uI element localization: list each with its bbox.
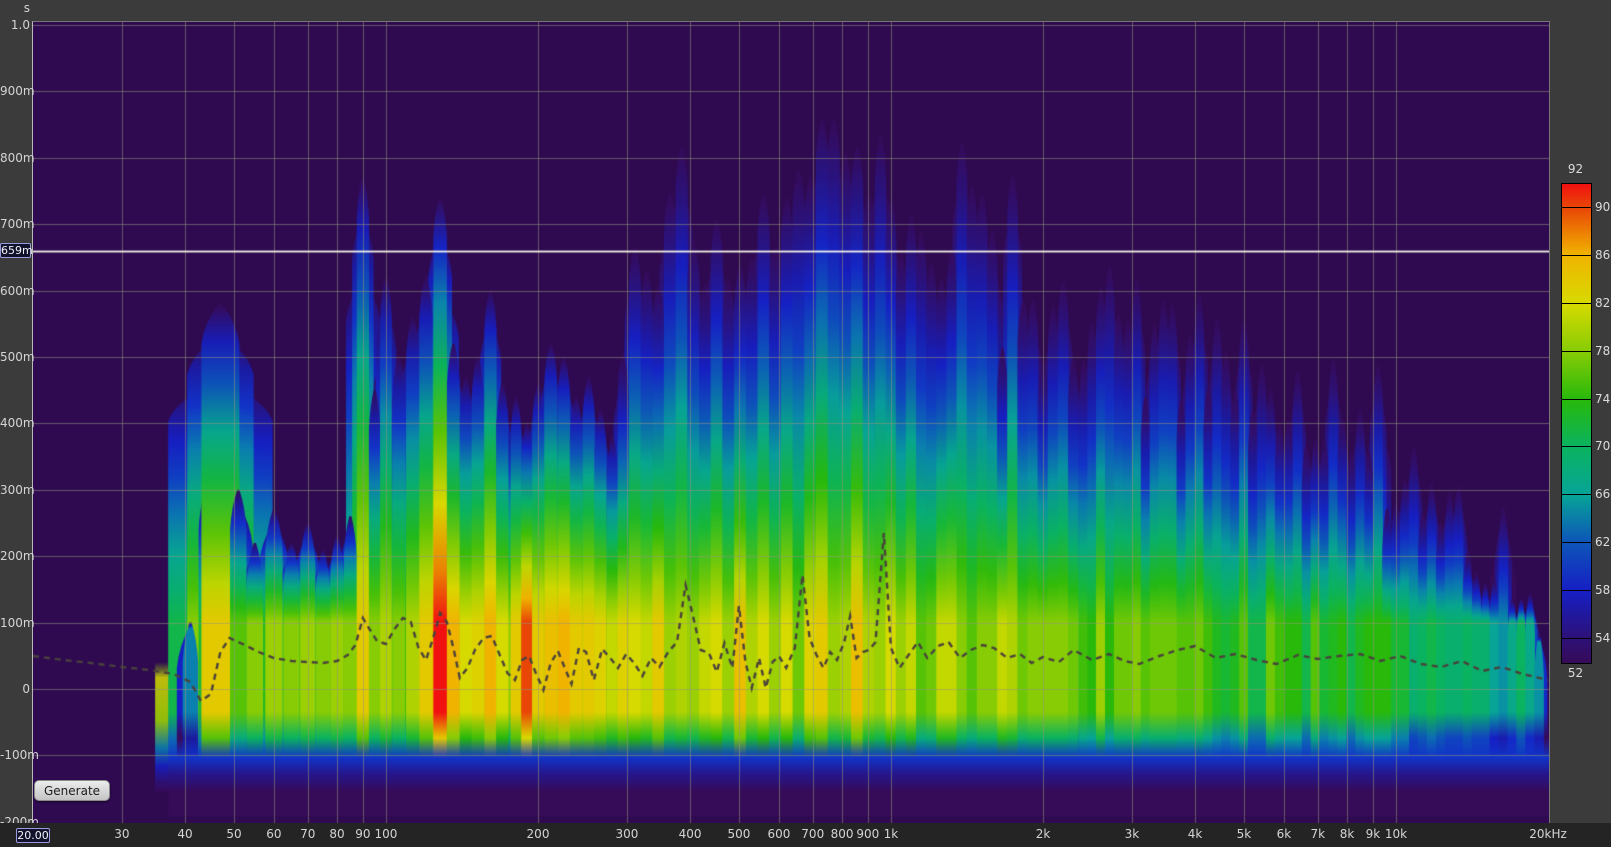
legend-boundary-label: 86: [1595, 248, 1610, 262]
spectrogram-canvas[interactable]: [33, 22, 1549, 823]
legend-color-segment: [1562, 591, 1591, 639]
legend-boundary-label: 90: [1595, 200, 1610, 214]
time-tick-label: 900m: [0, 84, 30, 98]
time-tick-label: 800m: [0, 151, 30, 165]
legend-boundary-label: 58: [1595, 583, 1610, 597]
time-tick-label: 300m: [0, 483, 30, 497]
freq-cursor-readout[interactable]: 20.00: [16, 828, 50, 843]
time-cursor-readout[interactable]: 659m: [0, 243, 31, 258]
legend-boundary-label: 54: [1595, 631, 1610, 645]
legend-max-label: 92: [1557, 162, 1594, 176]
color-scale-legend: [1561, 183, 1592, 664]
freq-tick-label: 10k: [1366, 827, 1426, 841]
legend-color-segment: [1562, 447, 1591, 495]
legend-boundary-label: 74: [1595, 392, 1610, 406]
time-tick-label: 400m: [0, 416, 30, 430]
freq-tick-label: 30: [92, 827, 152, 841]
spectrogram-panel: s 1.0 900m 800m 700m 600m 500m 400m 300m 200m 100…: [0, 0, 1611, 847]
freq-tick-label: 3k: [1102, 827, 1162, 841]
freq-tick-label: 2k: [1013, 827, 1073, 841]
time-tick-label: 200m: [0, 549, 30, 563]
legend-color-segment: [1562, 639, 1591, 663]
legend-boundary-label: 62: [1595, 535, 1610, 549]
time-tick-label: 0: [0, 682, 30, 696]
legend-color-segment: [1562, 352, 1591, 400]
legend-boundary-label: 66: [1595, 487, 1610, 501]
time-tick-label: -100m: [0, 748, 30, 762]
time-tick-label: 100m: [0, 616, 30, 630]
freq-tick-label: 1k: [861, 827, 921, 841]
freq-tick-label: 200: [508, 827, 568, 841]
legend-color-segment: [1562, 543, 1591, 591]
legend-color-segment: [1562, 184, 1591, 208]
freq-tick-label: 20kHz: [1518, 827, 1578, 841]
generate-button[interactable]: Generate: [34, 780, 110, 801]
freq-tick-label: 300: [597, 827, 657, 841]
legend-color-segment: [1562, 208, 1591, 256]
freq-tick-label: 100: [356, 827, 416, 841]
time-tick-label: 600m: [0, 284, 30, 298]
legend-boundary-label: 82: [1595, 296, 1610, 310]
time-tick-label: 1.0: [0, 18, 30, 32]
legend-color-segment: [1562, 304, 1591, 352]
time-axis-unit: s: [0, 1, 30, 15]
plot-area: [32, 21, 1550, 824]
legend-color-segment: [1562, 400, 1591, 448]
legend-boundary-label: 78: [1595, 344, 1610, 358]
legend-boundary-label: 70: [1595, 439, 1610, 453]
legend-color-segment: [1562, 256, 1591, 304]
time-tick-label: 500m: [0, 350, 30, 364]
legend-color-segment: [1562, 495, 1591, 543]
time-tick-label: 700m: [0, 217, 30, 231]
legend-min-label: 52: [1557, 666, 1594, 680]
